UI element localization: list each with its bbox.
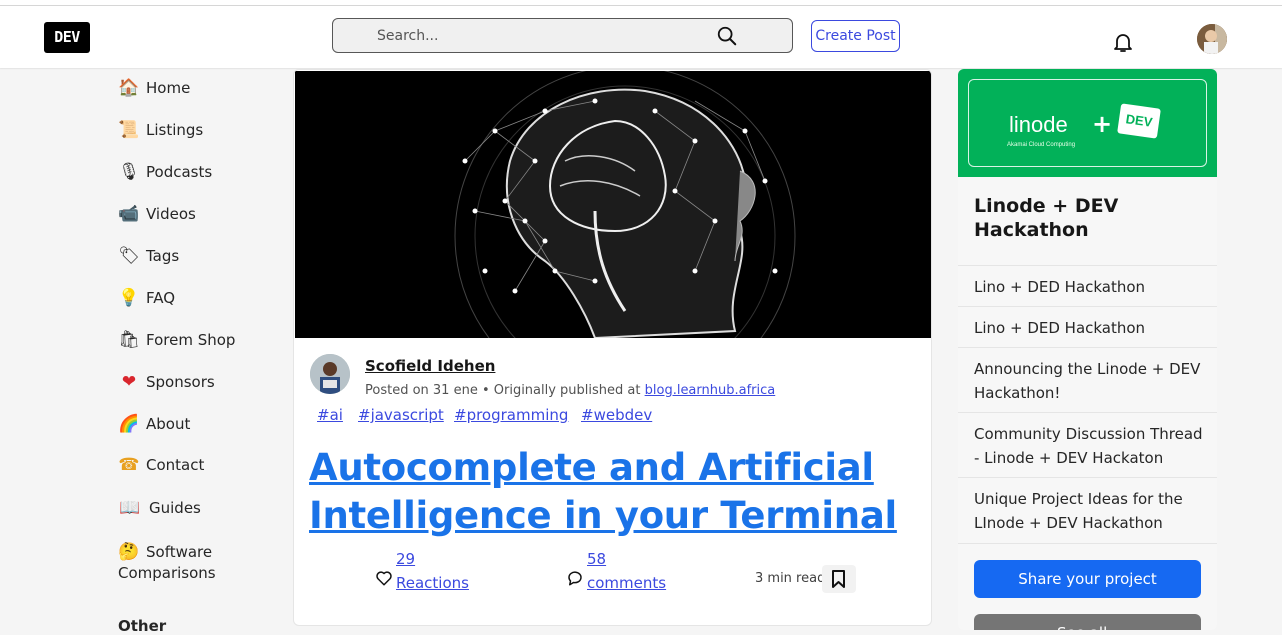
user-avatar[interactable] xyxy=(1197,24,1227,54)
dev-badge-logo: DEV xyxy=(1117,103,1161,139)
posted-meta: Posted on 31 ene • Originally published … xyxy=(365,383,775,398)
banner-frame: linode Akamai Cloud Computing + DEV xyxy=(968,79,1207,167)
right-sidebar: linode Akamai Cloud Computing + DEV Lino… xyxy=(958,69,1217,630)
hackathon-link-item[interactable]: Lino + DED Hackathon xyxy=(974,316,1206,340)
sidebar-item-videos[interactable]: 📹 Videos xyxy=(109,197,261,231)
comment-icon[interactable] xyxy=(566,569,584,587)
sidebar-other-heading: Other xyxy=(118,617,167,635)
sidebar-item-home[interactable]: 🏠 Home xyxy=(109,71,261,105)
cover-image xyxy=(295,71,931,338)
sidebar-item-label: Sponsors xyxy=(146,373,215,391)
divider xyxy=(958,347,1217,348)
microphone-icon: 🎙 xyxy=(118,162,140,182)
share-project-button[interactable]: Share your project xyxy=(974,560,1201,598)
hackathon-link-item[interactable]: Lino + DED Hackathon xyxy=(974,275,1206,299)
linode-logo: linode xyxy=(1009,112,1068,137)
sidebar-item-guides[interactable]: 📖 Guides xyxy=(109,491,261,525)
post-title-line2: Intelligence in your Terminal xyxy=(309,494,897,537)
sidebar-item-podcasts[interactable]: 🎙 Podcasts xyxy=(109,155,261,189)
sidebar-item-label: Listings xyxy=(146,121,204,139)
posted-text: Posted on 31 ene • Originally published … xyxy=(365,383,645,398)
sidebar-item-faq[interactable]: 💡 FAQ xyxy=(109,281,261,315)
read-time: 3 min read xyxy=(755,571,826,586)
dev-rainbow-icon: 🌈 xyxy=(118,414,140,434)
sidebar-item-forem-shop[interactable]: 🛍 Forem Shop xyxy=(109,323,261,357)
hackathon-link-item[interactable]: Community Discussion Thread - Linode + D… xyxy=(974,422,1206,470)
sidebar-item-label: About xyxy=(146,415,191,433)
heart-icon[interactable] xyxy=(375,569,393,587)
sidebar-item-label: Home xyxy=(146,79,191,97)
comments-label: comments xyxy=(587,574,667,592)
divider xyxy=(958,543,1217,544)
search-bar[interactable] xyxy=(332,18,793,53)
post-card: Scofield Idehen Posted on 31 ene • Origi… xyxy=(293,69,932,626)
divider xyxy=(958,412,1217,413)
sidebar-item-software-comparisons[interactable]: 🤔 Software Comparisons xyxy=(109,534,261,590)
banner-plus: + xyxy=(1092,110,1113,138)
sidebar-item-about[interactable]: 🌈 About xyxy=(109,407,261,441)
author-avatar[interactable] xyxy=(310,354,350,394)
bell-icon[interactable] xyxy=(1111,30,1135,54)
house-icon: 🏠 xyxy=(118,78,140,98)
tag-programming[interactable]: #programming xyxy=(454,406,568,424)
reactions-label: Reactions xyxy=(396,574,469,592)
divider xyxy=(958,265,1217,266)
author-name[interactable]: Scofield Idehen xyxy=(365,357,495,375)
sidebar-item-listings[interactable]: 📜 Listings xyxy=(109,113,261,147)
sidebar-item-label-line2: Comparisons xyxy=(118,564,216,582)
divider xyxy=(958,477,1217,478)
linode-subtitle: Akamai Cloud Computing xyxy=(1007,142,1076,148)
scroll-icon: 📜 xyxy=(118,120,140,140)
lightbulb-icon: 💡 xyxy=(118,288,140,308)
tag-javascript[interactable]: #javascript xyxy=(358,406,444,424)
phone-icon: ☎ xyxy=(118,455,140,475)
heart-icon: ❤ xyxy=(121,372,137,392)
original-source-link[interactable]: blog.learnhub.africa xyxy=(645,383,776,398)
comments-link[interactable]: 58 comments xyxy=(587,547,666,595)
sidebar-item-label: Guides xyxy=(149,499,201,517)
bookmark-icon xyxy=(832,570,845,588)
sidebar-item-label: Contact xyxy=(146,456,205,474)
see-all-button[interactable]: See all › xyxy=(974,614,1201,630)
comments-count: 58 xyxy=(587,550,607,568)
hackathon-link-item[interactable]: Unique Project Ideas for the LInode + DE… xyxy=(974,487,1206,535)
search-input[interactable] xyxy=(377,19,707,52)
sidebar-item-label: Tags xyxy=(146,247,180,265)
hackathon-banner[interactable]: linode Akamai Cloud Computing + DEV xyxy=(958,69,1217,177)
sidebar-item-label: FAQ xyxy=(146,289,176,307)
dev-logo[interactable]: DEV xyxy=(44,22,90,53)
book-icon: 📖 xyxy=(119,498,141,518)
post-title[interactable]: Autocomplete and Artificial Intelligence… xyxy=(309,444,919,540)
save-bookmark-button[interactable] xyxy=(822,565,856,593)
divider xyxy=(958,306,1217,307)
top-header: DEV Create Post xyxy=(0,6,1282,68)
sidebar-item-contact[interactable]: ☎ Contact xyxy=(109,448,261,482)
tag-ai[interactable]: #ai xyxy=(317,406,343,424)
reactions-count: 29 xyxy=(396,550,416,568)
video-camera-icon: 📹 xyxy=(118,204,140,224)
create-post-button[interactable]: Create Post xyxy=(811,20,900,52)
sidebar-item-label: Software xyxy=(146,543,213,561)
shopping-bags-icon: 🛍 xyxy=(118,330,140,350)
thinking-face-icon: 🤔 xyxy=(118,542,140,562)
sidebar-item-label: Podcasts xyxy=(146,163,213,181)
reactions-link[interactable]: 29 Reactions xyxy=(396,547,469,595)
sidebar-item-label: Videos xyxy=(146,205,196,223)
sidebar-item-sponsors[interactable]: ❤ Sponsors xyxy=(109,365,261,399)
sidebar-item-label: Forem Shop xyxy=(146,331,236,349)
sidebar-item-tags[interactable]: 🏷 Tags xyxy=(109,239,261,273)
tag-icon: 🏷 xyxy=(118,246,140,266)
tag-webdev[interactable]: #webdev xyxy=(581,406,652,424)
hackathon-link-item[interactable]: Announcing the Linode + DEV Hackathon! xyxy=(974,357,1206,405)
search-icon[interactable] xyxy=(716,25,738,47)
post-title-line1: Autocomplete and Artificial xyxy=(309,446,874,489)
hackathon-title[interactable]: Linode + DEV Hackathon xyxy=(974,194,1194,242)
